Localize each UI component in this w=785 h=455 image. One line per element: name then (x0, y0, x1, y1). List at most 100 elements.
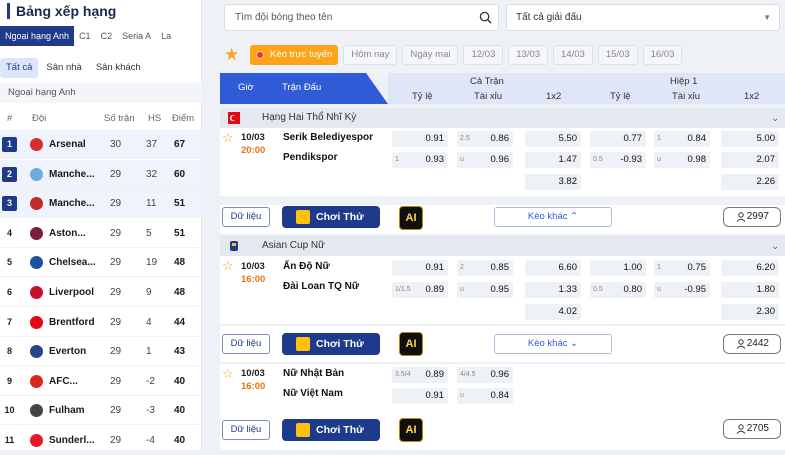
date-today[interactable]: Hôm nay (343, 45, 398, 65)
home-team[interactable]: Ấn Độ Nữ (283, 261, 330, 272)
team-name[interactable]: Sunderl... (49, 426, 95, 455)
h1-1x2-away[interactable]: 2.07 (721, 152, 779, 168)
league-select[interactable]: Tất cả giải đấu ▼ (506, 4, 780, 31)
team-name[interactable]: Arsenal (49, 130, 86, 159)
ft-1x2-away[interactable]: 1.47 (525, 152, 581, 168)
standings-row[interactable]: 1 Arsenal 30 37 67 (0, 130, 202, 159)
date-15-03[interactable]: 15/03 (597, 45, 638, 65)
ft-under[interactable]: u 0.84 (457, 388, 513, 404)
chevron-down-icon[interactable]: ⌄ (771, 108, 779, 128)
league-header[interactable]: Hạng Hai Thổ Nhĩ Kỳ ⌄ (220, 108, 785, 128)
team-name[interactable]: Brentford (49, 308, 95, 337)
tab-premier-league[interactable]: Ngoại hạng Anh (0, 26, 75, 46)
data-button[interactable]: Dữ liệu (222, 334, 270, 354)
h1-handicap-away[interactable]: 0.5 -0.93 (590, 152, 646, 168)
ft-over[interactable]: 2 0.85 (457, 260, 513, 276)
h1-handicap-away[interactable]: 0.5 0.80 (590, 282, 646, 298)
h1-under[interactable]: u -0.95 (654, 282, 710, 298)
team-name[interactable]: Manche... (49, 160, 95, 189)
more-odds-button[interactable]: Kèo khác ⌃ (494, 207, 612, 227)
standings-row[interactable]: 9 AFC... 29 -2 40 (0, 367, 202, 396)
ft-1x2-away[interactable]: 1.33 (525, 282, 581, 298)
away-team[interactable]: Đài Loan TQ Nữ (283, 281, 359, 292)
viewer-count-button[interactable]: 2705 (723, 419, 781, 439)
try-play-button[interactable]: Chơi Thử (282, 333, 380, 355)
favorite-star-icon[interactable]: ☆ (222, 366, 234, 382)
date-16-03[interactable]: 16/03 (642, 45, 683, 65)
h1-handicap-home[interactable]: 0.77 (590, 131, 646, 147)
tab-serie-a[interactable]: Seria A (117, 26, 156, 46)
standings-row[interactable]: 3 Manche... 29 11 51 (0, 189, 202, 219)
ft-handicap-home[interactable]: 0.91 (392, 260, 448, 276)
chevron-down-icon[interactable]: ⌄ (771, 236, 779, 256)
favorite-star-icon[interactable]: ☆ (222, 130, 234, 146)
try-play-button[interactable]: Chơi Thử (282, 419, 380, 441)
live-odds-button[interactable]: Kèo trực tuyến (250, 45, 339, 65)
team-name[interactable]: Liverpool (49, 278, 94, 307)
search-input[interactable] (225, 5, 465, 30)
standings-row[interactable]: 5 Chelsea... 29 19 48 (0, 248, 202, 278)
date-13-03[interactable]: 13/03 (508, 45, 549, 65)
home-team[interactable]: Serik Belediyespor (283, 132, 373, 143)
h1-1x2-draw[interactable]: 2.26 (721, 174, 779, 190)
favorite-star-icon[interactable]: ★ (224, 45, 246, 65)
date-12-03[interactable]: 12/03 (463, 45, 504, 65)
h1-over[interactable]: 1 0.84 (654, 131, 710, 147)
h1-1x2-away[interactable]: 1.80 (721, 282, 779, 298)
ft-under[interactable]: u 0.96 (457, 152, 513, 168)
favorite-star-icon[interactable]: ☆ (222, 258, 234, 274)
standings-row[interactable]: 10 Fulham 29 -3 40 (0, 396, 202, 426)
viewer-count-button[interactable]: 2442 (723, 334, 781, 354)
standings-row[interactable]: 7 Brentford 29 4 44 (0, 308, 202, 337)
h1-over[interactable]: 1 0.75 (654, 260, 710, 276)
h1-under[interactable]: u 0.98 (654, 152, 710, 168)
date-tomorrow[interactable]: Ngày mai (402, 45, 459, 65)
filter-all[interactable]: Tất cả (0, 58, 39, 78)
team-name[interactable]: Everton (49, 337, 86, 366)
tab-la-liga[interactable]: La (156, 26, 176, 46)
try-play-button[interactable]: Chơi Thử (282, 206, 380, 228)
ft-1x2-home[interactable]: 6.60 (525, 260, 581, 276)
team-name[interactable]: Aston... (49, 219, 86, 248)
h1-handicap-home[interactable]: 1.00 (590, 260, 646, 276)
h1-1x2-home[interactable]: 5.00 (721, 131, 779, 147)
ft-1x2-draw[interactable]: 3.82 (525, 174, 581, 190)
search-icon[interactable] (479, 11, 492, 24)
ft-1x2-home[interactable]: 5.50 (525, 131, 581, 147)
more-odds-button[interactable]: Kèo khác ⌄ (494, 334, 612, 354)
ft-handicap-away[interactable]: 0.91 (392, 388, 448, 404)
team-name[interactable]: Chelsea... (49, 248, 96, 277)
ft-under[interactable]: u 0.95 (457, 282, 513, 298)
standings-row[interactable]: 4 Aston... 29 5 51 (0, 219, 202, 248)
league-header[interactable]: Asian Cup Nữ ⌄ (220, 236, 785, 256)
standings-row[interactable]: 6 Liverpool 29 9 48 (0, 278, 202, 307)
standings-row[interactable]: 8 Everton 29 1 43 (0, 337, 202, 367)
filter-away[interactable]: Sân khách (90, 58, 147, 78)
viewer-count-button[interactable]: 2997 (723, 207, 781, 227)
data-button[interactable]: Dữ liệu (222, 420, 270, 440)
away-team[interactable]: Pendikspor (283, 152, 337, 163)
ft-handicap-home[interactable]: 3.5/4 0.89 (392, 367, 448, 383)
ai-button[interactable]: AI (399, 418, 423, 442)
team-name[interactable]: Fulham (49, 396, 85, 425)
tab-c1[interactable]: C1 (74, 26, 96, 46)
tab-c2[interactable]: C2 (96, 26, 118, 46)
ai-button[interactable]: AI (399, 206, 423, 230)
date-14-03[interactable]: 14/03 (553, 45, 593, 65)
ft-1x2-draw[interactable]: 4.02 (525, 304, 581, 320)
data-button[interactable]: Dữ liệu (222, 207, 270, 227)
home-team[interactable]: Nữ Nhật Bản (283, 368, 344, 379)
away-team[interactable]: Nữ Việt Nam (283, 388, 343, 399)
filter-home[interactable]: Sân nhà (40, 58, 87, 78)
h1-1x2-draw[interactable]: 2.30 (721, 304, 779, 320)
team-name[interactable]: AFC... (49, 367, 78, 396)
standings-row[interactable]: 2 Manche... 29 32 60 (0, 159, 202, 189)
ft-handicap-away[interactable]: 1 0.93 (392, 152, 448, 168)
standings-row[interactable]: 11 Sunderl... 29 -4 40 (0, 426, 202, 455)
ft-handicap-home[interactable]: 0.91 (392, 131, 448, 147)
ai-button[interactable]: AI (399, 332, 423, 356)
ft-handicap-away[interactable]: 1/1.5 0.89 (392, 282, 448, 298)
ft-over[interactable]: 2.5 0.86 (457, 131, 513, 147)
h1-1x2-home[interactable]: 6.20 (721, 260, 779, 276)
team-name[interactable]: Manche... (49, 189, 95, 218)
